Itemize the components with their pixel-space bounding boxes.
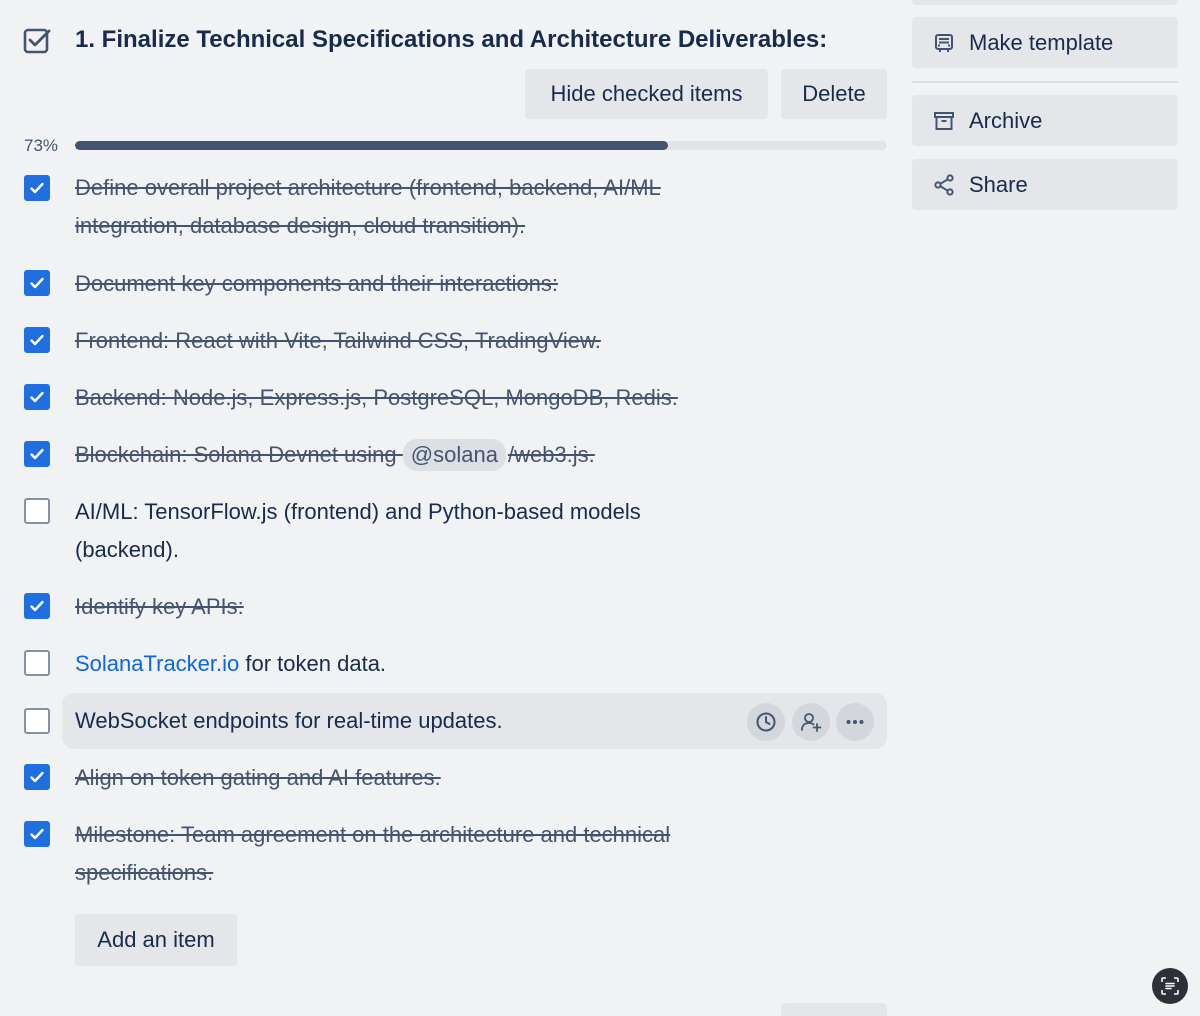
checklist-item-text[interactable]: Blockchain: Solana Devnet using @solana /… [75,436,715,474]
checklist-title[interactable]: 1. Finalize Technical Specifications and… [75,24,827,56]
item-checkbox-checked[interactable] [24,764,50,790]
make-template-label: Make template [969,30,1114,55]
check-icon [30,334,44,346]
progress-bar-fill [75,141,668,150]
template-card-icon [935,34,953,52]
due-date-button[interactable] [747,703,785,741]
item-checkbox-checked[interactable] [24,441,50,467]
sidebar-button-partial[interactable] [912,0,1178,5]
item-checkbox-checked[interactable] [24,327,50,353]
progress-percent: 73% [24,136,59,155]
sidebar-divider [912,81,1178,83]
user-mention[interactable]: @solana [402,439,506,471]
checklist-item-text[interactable]: Milestone: Team agreement on the archite… [75,816,715,892]
item-checkbox-unchecked[interactable] [24,708,50,734]
scan-text-button[interactable] [1152,968,1188,1004]
item-text-part: for token data. [239,651,387,676]
check-icon [30,277,44,289]
item-checkbox-checked[interactable] [24,384,50,410]
checklist-item-text[interactable]: Document key components and their intera… [75,265,715,303]
checklist-panel: 1. Finalize Technical Specifications and… [0,0,1200,1016]
item-text-part: Blockchain: Solana Devnet using [75,442,397,467]
checklist-item-text[interactable]: AI/ML: TensorFlow.js (frontend) and Pyth… [75,493,685,569]
item-checkbox-checked[interactable] [24,270,50,296]
item-checkbox-unchecked[interactable] [24,498,50,524]
add-item-button[interactable]: Add an item [75,914,237,966]
check-icon [30,771,44,783]
share-label: Share [969,172,1028,197]
checklist-item-text[interactable]: SolanaTracker.io for token data. [75,645,715,683]
archive-button[interactable]: Archive [912,95,1178,146]
next-section-button-partial[interactable] [781,1003,887,1016]
share-button[interactable]: Share [912,159,1178,210]
checklist-item-text[interactable]: Backend: Node.js, Express.js, PostgreSQL… [75,379,715,417]
check-icon [30,828,44,840]
check-icon [30,448,44,460]
scan-text-icon [1161,977,1179,995]
delete-checklist-button[interactable]: Delete [781,69,887,119]
make-template-button[interactable]: Make template [912,17,1178,68]
archive-box-icon [934,112,954,130]
progress-bar [75,141,887,150]
checklist-item-text[interactable]: WebSocket endpoints for real-time update… [75,702,715,740]
item-checkbox-checked[interactable] [24,175,50,201]
item-text-part: /web3.js. [507,442,595,467]
checklist-icon [23,28,51,54]
add-member-icon [801,713,822,732]
share-nodes-icon [934,174,954,196]
solanatracker-link[interactable]: SolanaTracker.io [75,651,239,676]
check-icon [30,182,44,194]
ellipsis-icon [846,720,864,724]
more-actions-button[interactable] [836,703,874,741]
check-icon [30,391,44,403]
hide-checked-items-button[interactable]: Hide checked items [525,69,768,119]
clock-icon [756,712,776,732]
item-checkbox-checked[interactable] [24,821,50,847]
assign-member-button[interactable] [792,703,830,741]
check-icon [30,600,44,612]
archive-label: Archive [969,108,1043,133]
item-checkbox-unchecked[interactable] [24,650,50,676]
checklist-item-text[interactable]: Define overall project architecture (fro… [75,169,715,245]
checklist-item-text[interactable]: Align on token gating and AI features. [75,759,715,797]
item-checkbox-checked[interactable] [24,593,50,619]
checklist-item-text[interactable]: Identify key APIs: [75,588,715,626]
checklist-item-text[interactable]: Frontend: React with Vite, Tailwind CSS,… [75,322,715,360]
